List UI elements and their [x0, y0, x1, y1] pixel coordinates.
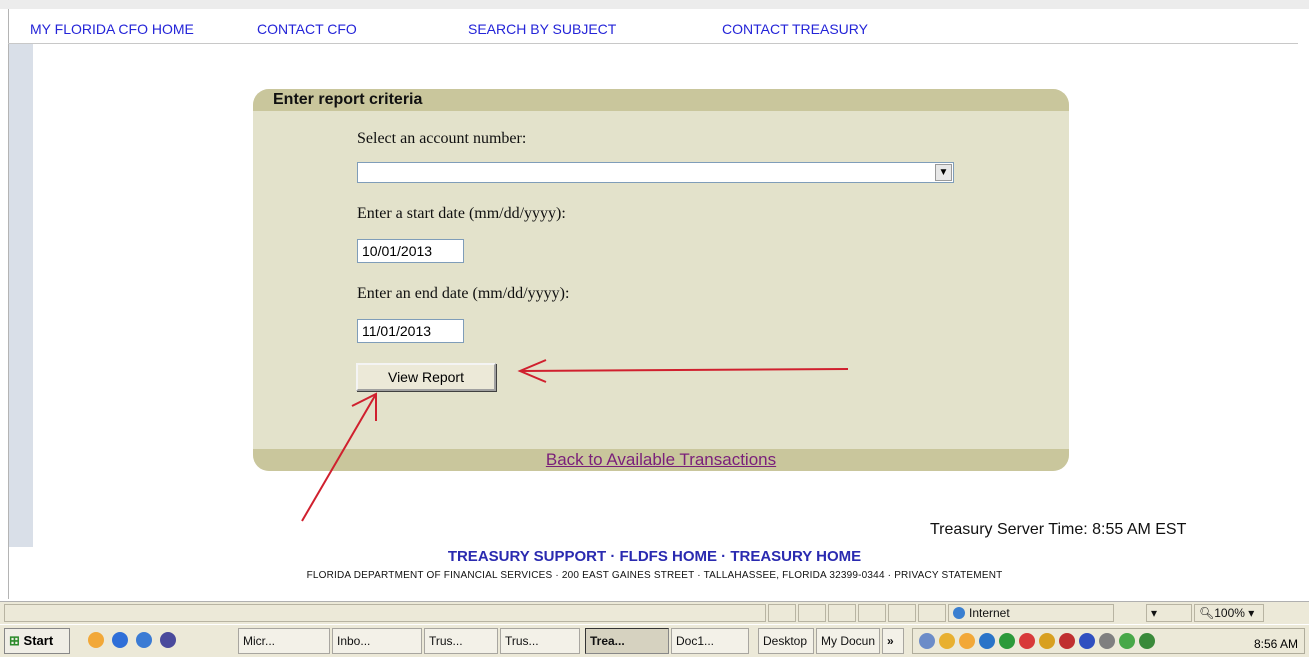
- windows-taskbar: ⊞ Start Micr... Inbo... Trus... Trus... …: [0, 624, 1309, 657]
- tray-icon-3[interactable]: [959, 633, 975, 649]
- footer-links[interactable]: TREASURY SUPPORT · FLDFS HOME · TREASURY…: [0, 548, 1309, 565]
- browser-top-strip: [0, 0, 1309, 9]
- taskbar-lync[interactable]: Micr...: [238, 628, 330, 654]
- status-cell-3: [828, 604, 856, 622]
- status-cell-2: [798, 604, 826, 622]
- tray-icon-10[interactable]: [1099, 633, 1115, 649]
- taskbar-desktop[interactable]: Desktop: [758, 628, 814, 654]
- start-button[interactable]: ⊞ Start: [4, 628, 70, 654]
- globe-icon: [953, 607, 965, 619]
- report-criteria-panel: Enter report criteria Select an account …: [253, 89, 1069, 471]
- tray-icon-1[interactable]: [919, 633, 935, 649]
- app-icon[interactable]: [136, 632, 152, 648]
- status-cell-5: [888, 604, 916, 622]
- security-zone[interactable]: Internet: [948, 604, 1114, 622]
- windows-logo-icon: ⊞: [9, 633, 20, 648]
- zoom-control[interactable]: 🔍︎100% ▾: [1194, 604, 1264, 622]
- end-date-input[interactable]: 11/01/2013: [357, 319, 464, 343]
- panel-title: Enter report criteria: [253, 89, 1069, 111]
- taskbar-doc1[interactable]: Doc1...: [671, 628, 749, 654]
- status-cell-6: [918, 604, 946, 622]
- tray-icon-11[interactable]: [1119, 633, 1135, 649]
- end-date-label: Enter an end date (mm/dd/yyyy):: [357, 285, 570, 302]
- taskbar-trus-2[interactable]: Trus...: [500, 628, 580, 654]
- account-label: Select an account number:: [357, 130, 527, 147]
- dropdown-arrow-icon[interactable]: ▼: [935, 164, 952, 181]
- tray-icon-7[interactable]: [1039, 633, 1055, 649]
- tray-icon-4[interactable]: [979, 633, 995, 649]
- taskbar-treasury[interactable]: Trea...: [585, 628, 669, 654]
- panel-footer: Back to Available Transactions: [253, 449, 1069, 471]
- tray-shield-icon[interactable]: [1059, 633, 1075, 649]
- status-cell-1: [768, 604, 796, 622]
- left-border: [0, 9, 9, 599]
- zone-label: Internet: [969, 606, 1010, 620]
- taskbar-inbox[interactable]: Inbo...: [332, 628, 422, 654]
- footer-address: FLORIDA DEPARTMENT OF FINANCIAL SERVICES…: [306, 570, 1003, 581]
- tray-icon-5[interactable]: [999, 633, 1015, 649]
- toolbar-chevron[interactable]: »: [882, 628, 904, 654]
- account-select[interactable]: ▼: [357, 162, 954, 183]
- protected-mode-button[interactable]: ▾: [1146, 604, 1192, 622]
- view-report-button[interactable]: View Report: [356, 363, 496, 391]
- taskbar-my-documents[interactable]: My Docun: [816, 628, 880, 654]
- server-time: Treasury Server Time: 8:55 AM EST: [930, 521, 1187, 538]
- taskbar-trus-1[interactable]: Trus...: [424, 628, 498, 654]
- media-icon[interactable]: [160, 632, 176, 648]
- start-date-label: Enter a start date (mm/dd/yyyy):: [357, 205, 566, 222]
- back-to-transactions-link[interactable]: Back to Available Transactions: [546, 450, 776, 469]
- system-tray: 8:56 AM: [912, 628, 1305, 654]
- start-label: Start: [23, 633, 54, 648]
- tray-network-icon[interactable]: [1139, 633, 1155, 649]
- side-strip: [9, 44, 33, 547]
- nav-search-by-subject[interactable]: SEARCH BY SUBJECT: [468, 21, 616, 37]
- nav-cfo-home[interactable]: MY FLORIDA CFO HOME: [30, 21, 194, 37]
- outlook-icon[interactable]: [88, 632, 104, 648]
- start-date-input[interactable]: 10/01/2013: [357, 239, 464, 263]
- nav-contact-cfo[interactable]: CONTACT CFO: [257, 21, 357, 37]
- tray-mail-icon[interactable]: [939, 633, 955, 649]
- status-cell-4: [858, 604, 886, 622]
- tray-icon-9[interactable]: [1079, 633, 1095, 649]
- zoom-level: 100%: [1214, 606, 1245, 620]
- top-nav: MY FLORIDA CFO HOME CONTACT CFO SEARCH B…: [8, 21, 1298, 44]
- taskbar-clock: 8:56 AM: [1253, 637, 1298, 651]
- nav-contact-treasury[interactable]: CONTACT TREASURY: [722, 21, 868, 37]
- browser-statusbar: Internet ▾ 🔍︎100% ▾: [0, 601, 1309, 624]
- status-message: [4, 604, 766, 622]
- ie-icon[interactable]: [112, 632, 128, 648]
- zoom-icon: 🔍︎: [1199, 606, 1215, 620]
- tray-icon-6[interactable]: [1019, 633, 1035, 649]
